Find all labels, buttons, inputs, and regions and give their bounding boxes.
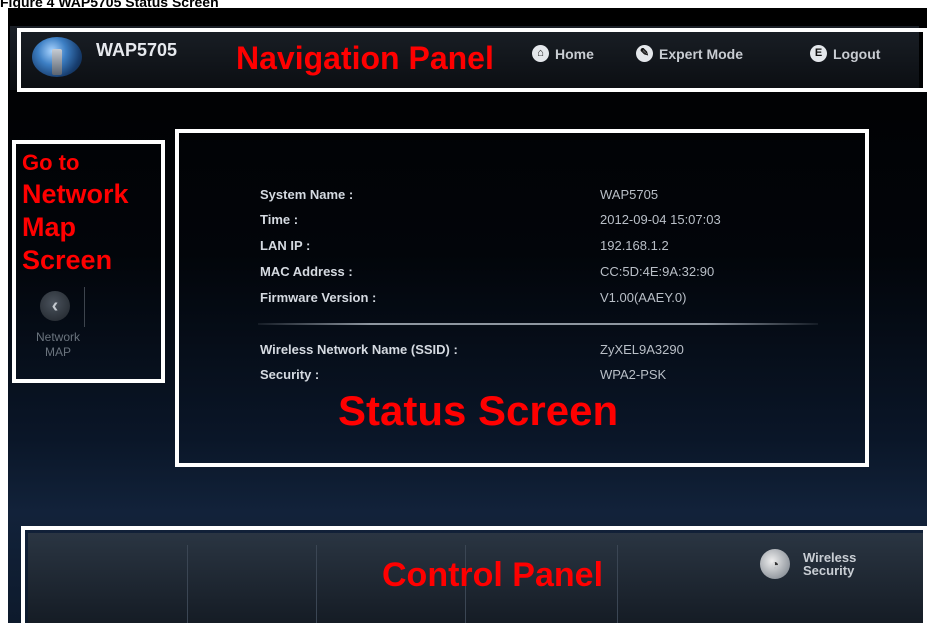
network-map-annotation-line3: Map xyxy=(22,212,76,242)
navigation-panel-annotation: Navigation Panel xyxy=(236,40,494,76)
figure-caption: Figure 4 WAP5705 Status Screen xyxy=(0,0,219,8)
network-map-annotation-line4: Screen xyxy=(22,245,113,275)
network-map-annotation-line2: Network xyxy=(22,179,129,209)
status-screen-annotation: Status Screen xyxy=(338,387,619,434)
control-panel-annotation: Control Panel xyxy=(382,556,604,594)
network-map-annotation-line1: Go to xyxy=(22,150,80,175)
